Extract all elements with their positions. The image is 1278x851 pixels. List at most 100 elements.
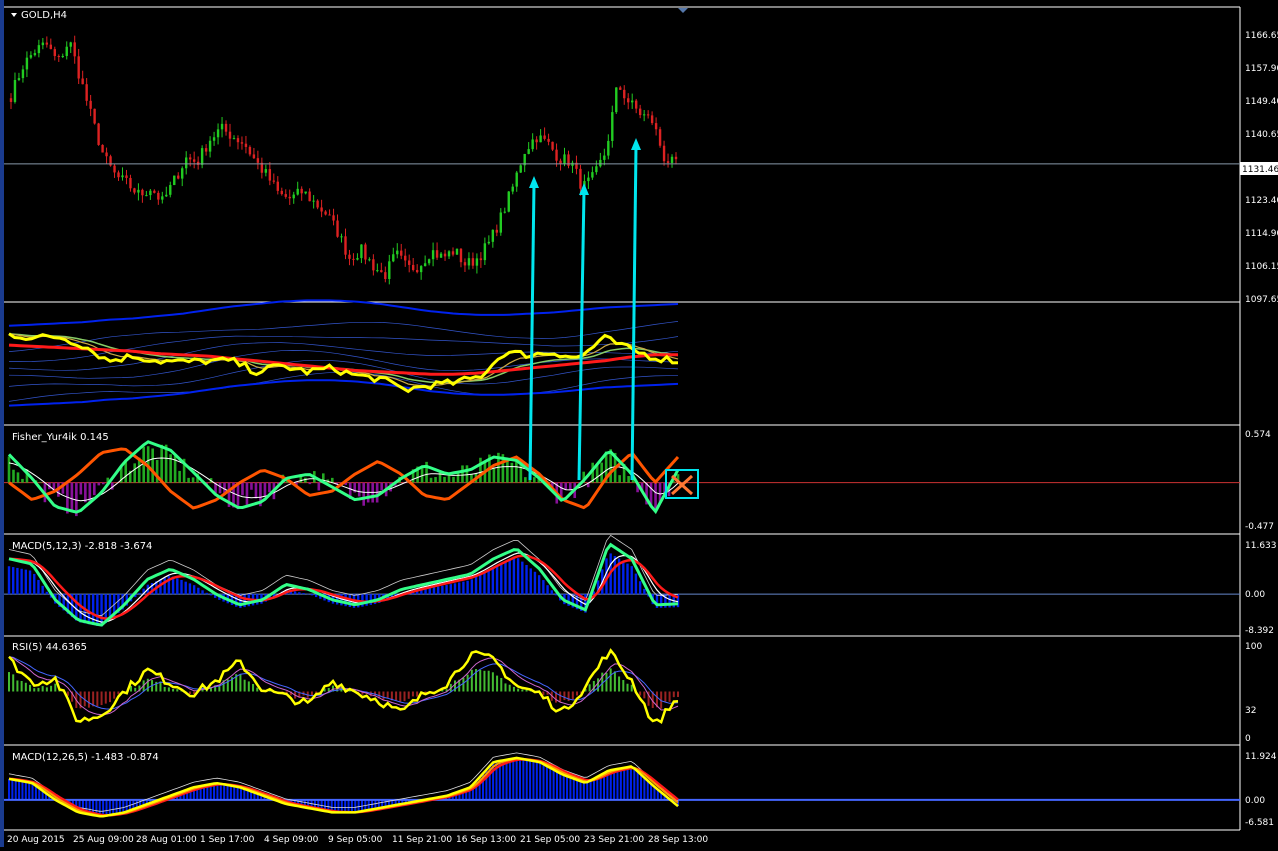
rsi-tick-label: 32 [1245,706,1256,716]
rsi-bar [172,689,174,692]
candle-body [241,142,243,143]
macd-fast-bar [635,574,637,595]
candle-body [173,176,175,185]
candle-body [46,43,48,45]
chart-window[interactable]: GOLD,H4 Fisher_Yur4ik 0.145 MACD(5,12,3)… [0,0,1278,847]
macd-slow-bar [18,781,20,800]
macd-slow-bar [569,777,571,799]
time-axis[interactable]: 20 Aug 2015 25 Aug 09:00 28 Aug 01:00 1 … [7,835,708,845]
rsi-bar [673,692,675,698]
fisher-bar [452,477,455,483]
fisher-bar [443,477,446,483]
macd-fast-bar [185,582,187,594]
rsi-bar [542,692,544,696]
macd-fast-tick-label: -8.392 [1245,626,1274,636]
rsi-bar [387,692,389,698]
macd-slow-bar [580,781,582,800]
fisher-bar [151,449,154,483]
macd-slow-bar [613,770,615,800]
macd-slow-bar [21,781,23,800]
price-axis[interactable]: 1166.65 1157.90 1149.40 1140.65 1131.46 … [1240,31,1278,305]
candle-body [428,259,430,263]
rsi-bar [412,692,414,697]
macd-slow-bar [627,767,629,800]
fisher-bar [506,459,509,482]
rsi-bar [492,672,494,691]
macd-slow-bar [341,800,343,813]
fisher-bar [160,445,163,483]
fisher-bar [178,471,181,483]
candle-body [396,251,398,255]
candle-body [615,87,617,112]
candle-body [185,157,187,168]
macd-fast-bar [458,582,460,594]
candle-body [432,250,434,259]
macd-slow-bar [630,766,632,799]
macd-fast-bar [437,587,439,594]
symbol-dropdown-icon[interactable] [11,13,17,17]
macd-fast-bar [546,585,548,594]
macd-slow-bar [539,762,541,799]
rsi-title: RSI(5) 44.6365 [12,642,87,653]
candle-body [217,129,219,137]
candle-body [643,114,645,115]
rsi-bar [517,689,519,692]
macd-fast-bar [500,563,502,594]
macd-fast-bar [79,594,81,622]
price-tick-label: 1166.65 [1245,31,1278,41]
fisher-bar [255,483,258,499]
rsi-bar [244,680,246,692]
current-price-label: 1131.46 [1242,165,1278,175]
macd-fast-bar [454,583,456,594]
scroll-marker-icon[interactable] [678,8,688,13]
fisher-bar [84,483,87,503]
candle-body [253,154,255,158]
candle-body [380,270,382,272]
candle-body [58,56,60,57]
time-tick-label: 1 Sep 17:00 [200,835,255,845]
fisher-bar [268,483,271,493]
candle-body [488,242,490,243]
fisher-tick-label: 0.574 [1245,430,1271,440]
rsi-bar [50,686,52,692]
candle-body [492,230,494,242]
rsi-bar [54,684,56,692]
chart-canvas[interactable]: GOLD,H4 Fisher_Yur4ik 0.145 MACD(5,12,3)… [0,0,1278,847]
candle-body [364,245,366,260]
macd-slow-bar [344,800,346,813]
rsi-bar [496,676,498,692]
candle-body [627,98,629,102]
candle-body [97,124,99,145]
rsi-bar [105,692,107,704]
fisher-bar [93,483,96,495]
macd-fast-bar [33,574,35,594]
macd-fast-bar [424,589,426,594]
candle-body [34,53,36,55]
window-left-border [0,0,4,847]
rsi-bar [462,678,464,692]
fisher-bar [434,477,437,483]
rsi-yellow-line [9,650,678,722]
candle-body [360,245,362,259]
candle-body [165,195,167,197]
fisher-bar [362,483,365,506]
candle-body [125,175,127,178]
candle-body [647,114,649,115]
macd-fast-bar [445,585,447,594]
candle-body [340,236,342,237]
candle-body [352,259,354,260]
fisher-bar [430,478,433,483]
macd-slow-bar [573,779,575,800]
fisher-bar [511,463,514,483]
rsi-bar [597,678,599,691]
candle-body [603,156,605,160]
candle-body [520,165,522,172]
macd-slow-tick-label: -6.581 [1245,818,1274,828]
rsi-bar [176,689,178,691]
candle-body [229,132,231,139]
symbol-label: GOLD,H4 [21,10,67,21]
candle-body [376,270,378,271]
candle-body [400,251,402,256]
macd-fast-bar [8,566,10,594]
macd-slow-bar [358,800,360,812]
